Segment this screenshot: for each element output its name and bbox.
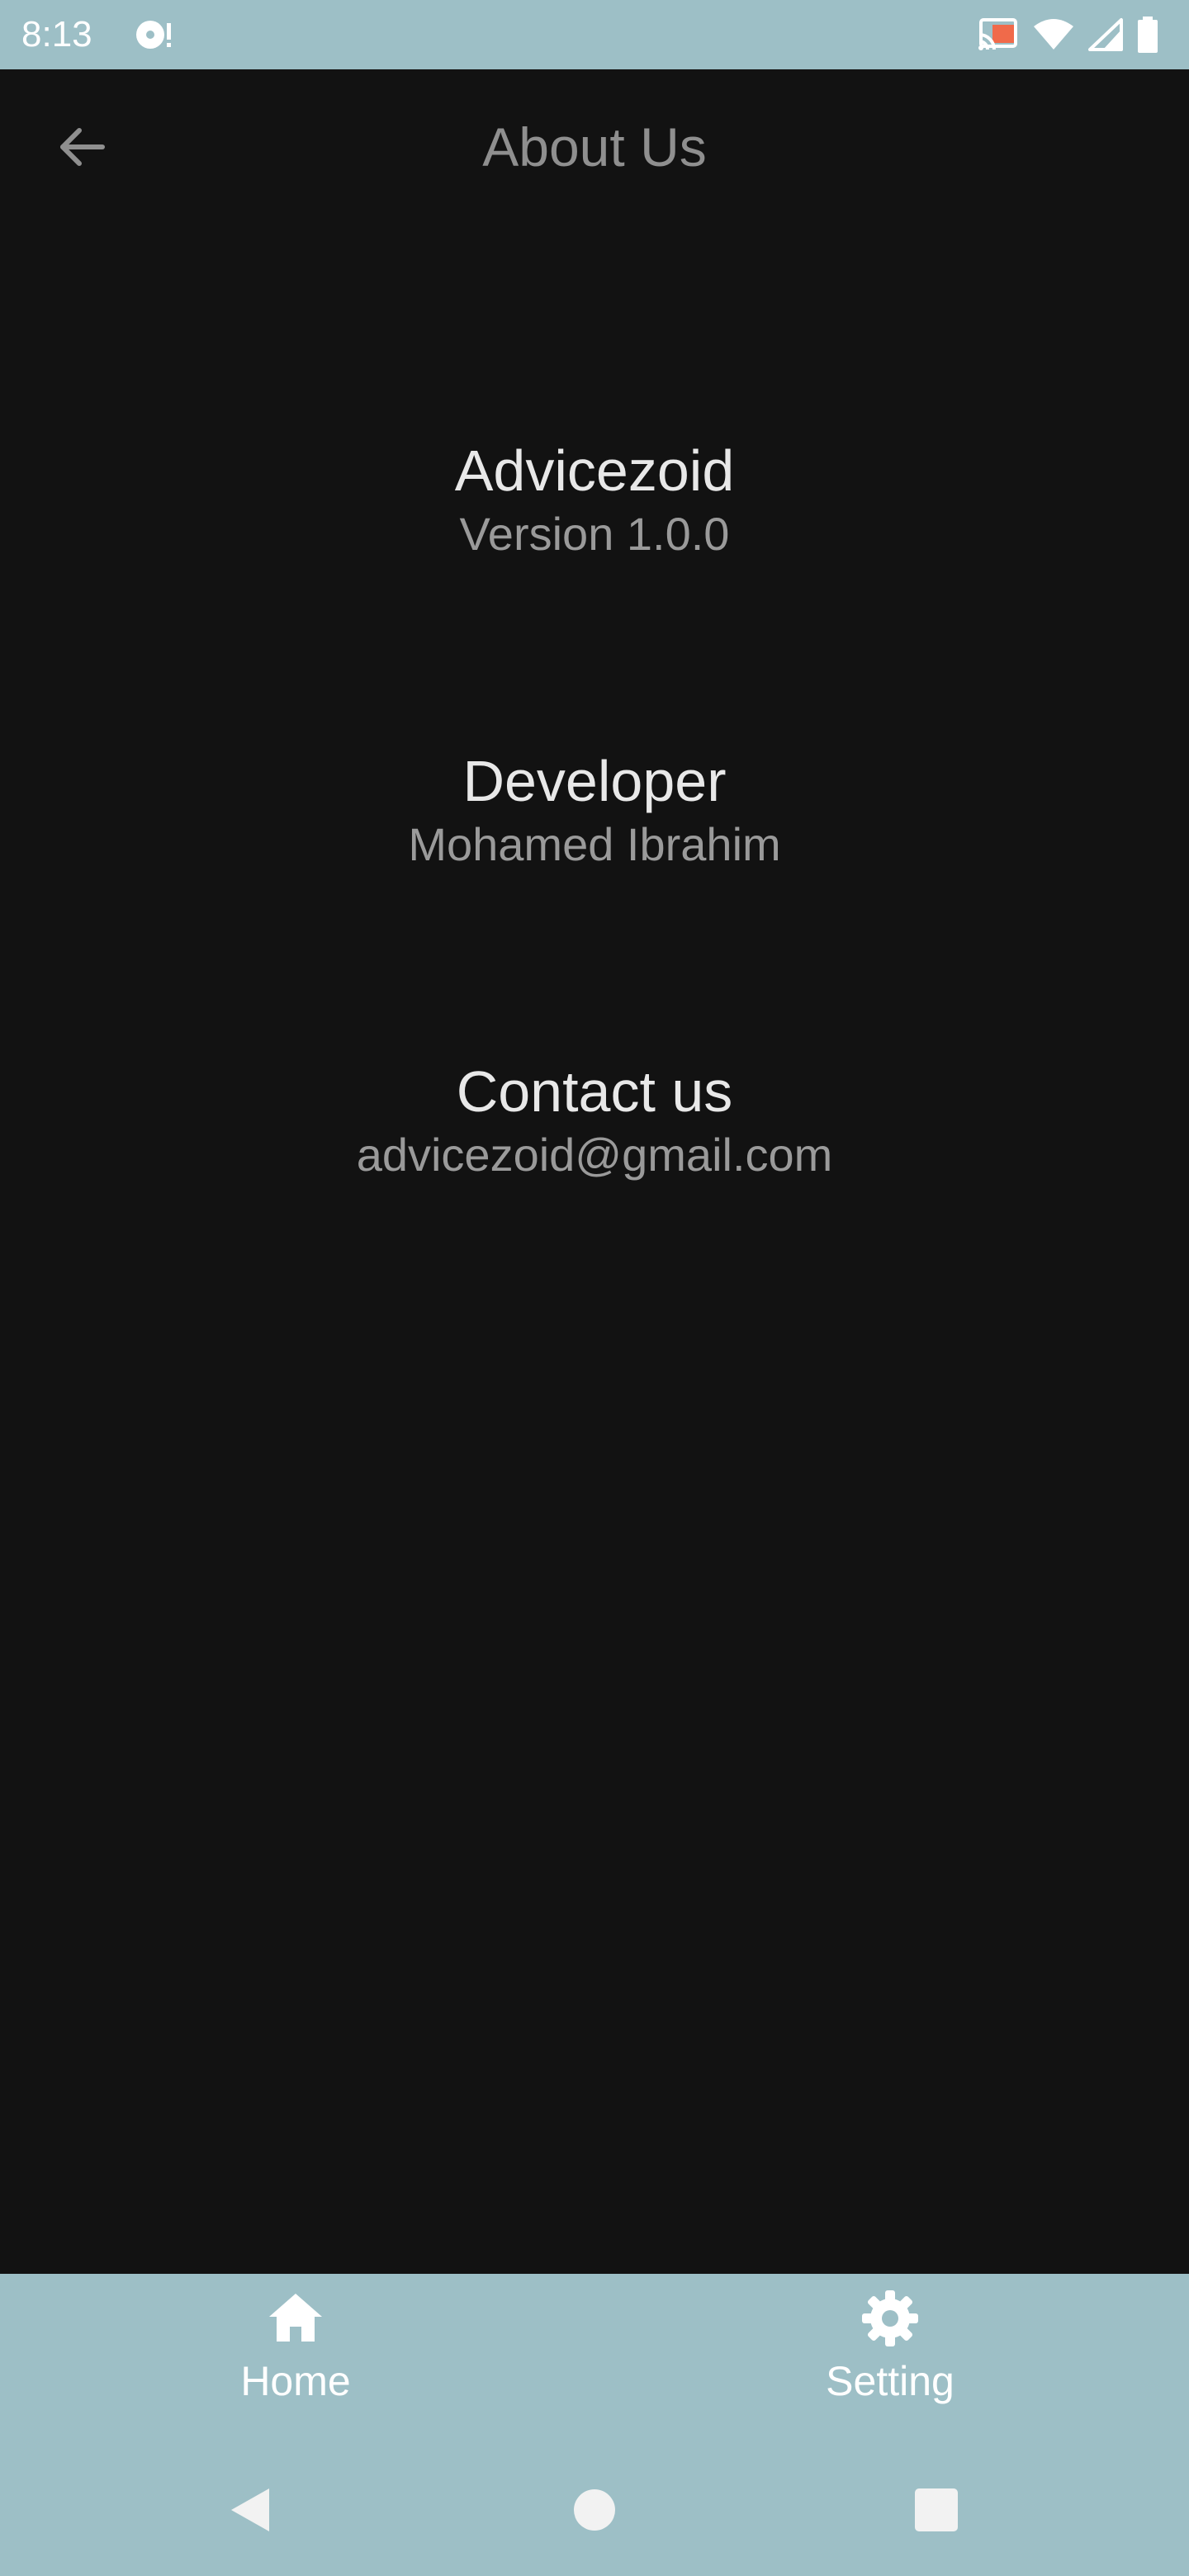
- wifi-icon: [1032, 17, 1075, 53]
- media-notification-icon: [134, 17, 175, 53]
- status-time: 8:13: [21, 14, 92, 54]
- bottom-navigation: Home Setting: [0, 2274, 1189, 2447]
- status-bar: 8:13: [0, 0, 1189, 69]
- gear-icon: [860, 2289, 920, 2348]
- home-icon: [266, 2289, 325, 2348]
- back-triangle-icon: [225, 2485, 274, 2539]
- cast-icon: [976, 17, 1021, 53]
- contact-heading: Contact us: [456, 1059, 733, 1124]
- system-home-button[interactable]: [561, 2479, 628, 2545]
- system-back-button[interactable]: [216, 2479, 282, 2545]
- nav-item-home[interactable]: Home: [172, 2289, 419, 2429]
- app-version: Version 1.0.0: [459, 508, 730, 560]
- signal-icon: [1087, 17, 1125, 53]
- battery-icon: [1136, 17, 1159, 53]
- nav-label-home: Home: [240, 2358, 351, 2404]
- contact-section: Contact us advicezoid@gmail.com: [0, 1057, 1189, 1184]
- system-recents-button[interactable]: [903, 2479, 969, 2545]
- app-bar: About Us: [0, 69, 1189, 234]
- developer-section: Developer Mohamed Ibrahim: [0, 746, 1189, 874]
- status-icons: [976, 15, 1159, 54]
- nav-item-setting[interactable]: Setting: [766, 2289, 1014, 2429]
- app-name: Advicezoid: [454, 438, 735, 503]
- contact-email[interactable]: advicezoid@gmail.com: [0, 1126, 1189, 1184]
- page-title: About Us: [482, 116, 707, 178]
- app-info-section: Advicezoid Version 1.0.0: [0, 436, 1189, 563]
- system-navigation-bar: [0, 2447, 1189, 2576]
- home-circle-icon: [571, 2487, 618, 2537]
- developer-heading: Developer: [462, 749, 727, 813]
- developer-name: Mohamed Ibrahim: [408, 818, 781, 870]
- nav-label-setting: Setting: [826, 2358, 955, 2404]
- recents-square-icon: [913, 2487, 959, 2537]
